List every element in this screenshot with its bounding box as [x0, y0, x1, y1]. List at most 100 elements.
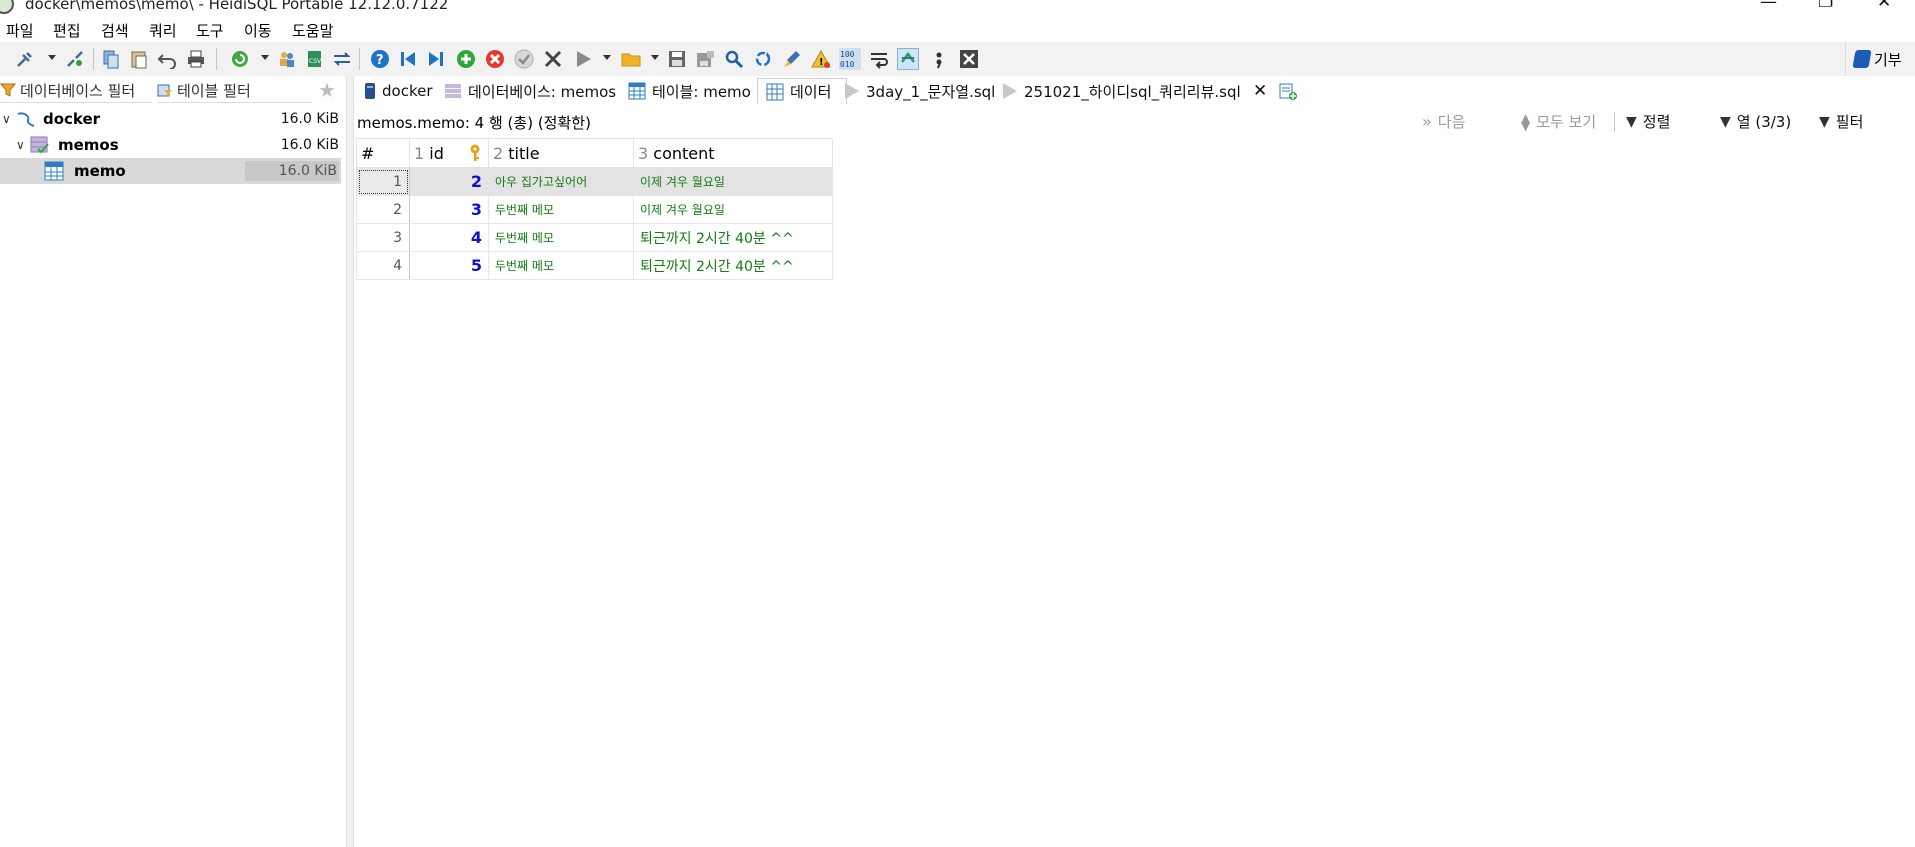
format-sql-icon[interactable] [781, 48, 803, 70]
menu-search[interactable]: 검색 [101, 20, 129, 41]
open-folder-icon[interactable] [620, 48, 642, 70]
sort-button[interactable]: ▼ 정렬 [1626, 111, 1670, 132]
insert-row-icon[interactable] [455, 48, 477, 70]
column-header-id[interactable]: 1 id [409, 138, 489, 168]
word-wrap-icon[interactable] [868, 48, 890, 70]
print-icon[interactable] [185, 48, 207, 70]
show-all-button[interactable]: ▲ ▼ 모두 보기 [1521, 111, 1596, 132]
connect-icon[interactable] [14, 48, 36, 70]
row-number[interactable]: 3 [356, 223, 410, 252]
cell-content[interactable]: 이제 겨우 월요일 [633, 195, 833, 224]
open-dropdown-icon[interactable] [651, 55, 659, 60]
column-header-content[interactable]: 3 content [633, 138, 833, 168]
close-tab-icon[interactable]: ✕ [1253, 78, 1267, 104]
database-filter-field[interactable]: 데이터베이스 필터 [0, 78, 152, 103]
cell-title[interactable]: 두번째 메모 [488, 195, 634, 224]
copy-icon[interactable] [100, 48, 122, 70]
table-row[interactable]: 1 2 아우 집가고싶어어 이제 겨우 월요일 [356, 167, 833, 196]
undo-icon[interactable] [156, 48, 178, 70]
cell-content[interactable]: 퇴근까지 2시간 40분 ^^ [633, 251, 833, 280]
tab-database-memos[interactable]: 데이터베이스: memos [444, 78, 616, 104]
sync-icon[interactable] [331, 48, 353, 70]
column-header-rownum[interactable]: # [356, 138, 410, 168]
tree-node-docker[interactable]: ∨ docker 16.0 KiB [0, 106, 341, 132]
delete-row-icon[interactable] [484, 48, 506, 70]
data-grid[interactable]: # 1 id 2 title 3 content 1 2 아우 집가고싶어어 이… [356, 138, 833, 280]
cell-id[interactable]: 4 [409, 223, 489, 252]
filter-label: 필터 [1835, 113, 1864, 131]
execute-query-icon[interactable] [572, 48, 594, 70]
tab-host-docker[interactable]: docker [364, 78, 433, 104]
find-icon[interactable] [723, 48, 745, 70]
menu-help[interactable]: 도움말 [292, 20, 333, 41]
export-csv-icon[interactable]: CSV [304, 48, 326, 70]
replace-icon[interactable] [752, 48, 774, 70]
row-number[interactable]: 2 [356, 195, 410, 224]
cancel-changes-icon[interactable] [542, 48, 564, 70]
restore-icon[interactable]: ❐ [1818, 0, 1833, 12]
user-manager-icon[interactable] [276, 48, 298, 70]
cell-title[interactable]: 두번째 메모 [488, 223, 634, 252]
cell-title[interactable]: 아우 집가고싶어어 [488, 167, 634, 196]
last-record-icon[interactable] [425, 48, 447, 70]
cell-title[interactable]: 두번째 메모 [488, 251, 634, 280]
close-tab-icon[interactable] [958, 48, 980, 70]
tab-query-251021[interactable]: 251021_하이디sql_쿼리리뷰.sql [1002, 78, 1241, 104]
comment-icon[interactable] [928, 48, 950, 70]
tree-node-memo[interactable]: memo 16.0 KiB [0, 158, 341, 184]
row-number[interactable]: 4 [356, 251, 410, 280]
save-icon[interactable] [666, 48, 688, 70]
menu-go[interactable]: 이동 [244, 20, 272, 41]
first-record-icon[interactable] [397, 48, 419, 70]
help-icon[interactable]: ? [369, 48, 391, 70]
column-header-title[interactable]: 2 title [488, 138, 634, 168]
save-as-icon[interactable] [694, 48, 716, 70]
panel-splitter[interactable] [346, 76, 354, 847]
menu-edit[interactable]: 편집 [53, 20, 81, 41]
columns-triangle-icon: ▼ [1720, 113, 1731, 130]
database-icon [30, 136, 49, 154]
menu-file[interactable]: 파일 [6, 20, 34, 41]
filter-triangle-icon: ▼ [1819, 113, 1830, 130]
columns-button[interactable]: ▼ 열 (3/3) [1720, 111, 1791, 132]
minimize-icon[interactable]: — [1760, 0, 1777, 12]
favorite-star-icon[interactable]: ★ [318, 78, 336, 102]
close-window-icon[interactable]: ✕ [1877, 0, 1891, 12]
window-title: docker\memos\memo\ - HeidiSQL Portable 1… [25, 0, 449, 13]
table-row[interactable]: 2 3 두번째 메모 이제 겨우 월요일 [356, 195, 833, 224]
donate-button[interactable]: 기부 [1845, 42, 1915, 76]
cell-id[interactable]: 3 [409, 195, 489, 224]
toolbar-separator [93, 48, 94, 70]
table-filter-field[interactable]: 테이블 필터 [157, 78, 312, 103]
tab-table-memo[interactable]: 테이블: memo [628, 78, 751, 104]
new-query-tab-icon[interactable] [1278, 78, 1298, 104]
main-toolbar: CSV ? ! 100 010 [0, 42, 1915, 77]
post-changes-icon[interactable] [513, 48, 535, 70]
disconnect-icon[interactable] [64, 48, 86, 70]
next-page-button[interactable]: » 다음 [1422, 111, 1465, 132]
query-icon [845, 83, 859, 99]
paste-icon[interactable] [128, 48, 150, 70]
collapse-chevron-icon[interactable]: ∨ [16, 138, 25, 152]
refresh-icon[interactable] [229, 48, 251, 70]
row-number[interactable]: 1 [356, 167, 410, 196]
cell-content[interactable]: 퇴근까지 2시간 40분 ^^ [633, 223, 833, 252]
cell-content[interactable]: 이제 겨우 월요일 [633, 167, 833, 196]
table-row[interactable]: 4 5 두번째 메모 퇴근까지 2시간 40분 ^^ [356, 251, 833, 280]
refresh-dropdown-icon[interactable] [261, 55, 269, 60]
collapse-chevron-icon[interactable]: ∨ [2, 112, 11, 126]
tab-query-3day[interactable]: 3day_1_문자열.sql [844, 78, 995, 104]
connect-dropdown-icon[interactable] [48, 55, 56, 60]
tree-node-memos[interactable]: ∨ memos 16.0 KiB [0, 132, 341, 158]
binary-mode-icon[interactable]: 100 010 [839, 48, 861, 70]
execute-dropdown-icon[interactable] [603, 55, 611, 60]
cell-id[interactable]: 5 [409, 251, 489, 280]
table-row[interactable]: 3 4 두번째 메모 퇴근까지 2시간 40분 ^^ [356, 223, 833, 252]
cell-id[interactable]: 2 [409, 167, 489, 196]
auto-refresh-icon[interactable] [897, 48, 919, 70]
tab-data[interactable]: 데이터 [757, 78, 847, 104]
menu-tools[interactable]: 도구 [196, 20, 224, 41]
menu-query[interactable]: 쿼리 [149, 20, 177, 41]
warning-filter-icon[interactable]: ! [810, 48, 832, 70]
filter-button[interactable]: ▼ 필터 [1819, 111, 1863, 132]
